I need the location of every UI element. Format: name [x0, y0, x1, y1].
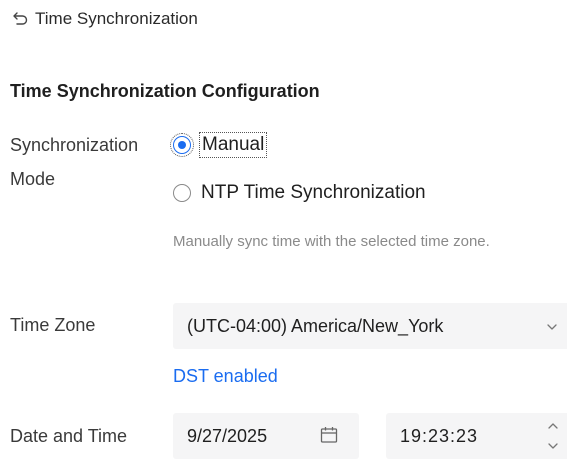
radio-manual-label: Manual: [198, 132, 268, 158]
sync-mode-label-line2: Mode: [10, 169, 56, 189]
dst-enabled-link[interactable]: DST enabled: [173, 366, 278, 387]
sync-mode-label-line1: Synchronization: [10, 135, 139, 155]
back-arrow-icon: [12, 11, 28, 27]
radio-ntp-label: NTP Time Synchronization: [201, 182, 426, 203]
time-zone-value: (UTC-04:00) America/New_York: [187, 315, 444, 336]
back-link[interactable]: Time Synchronization: [12, 6, 198, 32]
time-zone-select[interactable]: (UTC-04:00) America/New_York: [173, 303, 567, 349]
date-time-label: Date and Time: [10, 426, 128, 446]
radio-ntp[interactable]: NTP Time Synchronization: [173, 182, 426, 204]
radio-manual[interactable]: Manual: [170, 132, 268, 158]
section-title: Time Synchronization Configuration: [10, 81, 320, 101]
time-zone-label: Time Zone: [10, 315, 96, 335]
chevron-up-icon[interactable]: [546, 419, 560, 433]
chevron-down-icon[interactable]: [546, 439, 560, 453]
date-value: 9/27/2025: [187, 425, 268, 446]
time-spinner: [546, 419, 560, 453]
date-input[interactable]: 9/27/2025: [173, 413, 359, 459]
sync-mode-hint: Manually sync time with the selected tim…: [173, 233, 490, 250]
time-input[interactable]: 19:23:23: [386, 413, 567, 459]
chevron-down-icon: [546, 320, 558, 332]
page-title: Time Synchronization: [35, 9, 198, 28]
time-value: 19:23:23: [400, 425, 479, 446]
radio-manual-indicator[interactable]: [170, 133, 194, 157]
radio-ntp-indicator[interactable]: [173, 184, 191, 202]
calendar-icon[interactable]: [319, 425, 339, 445]
